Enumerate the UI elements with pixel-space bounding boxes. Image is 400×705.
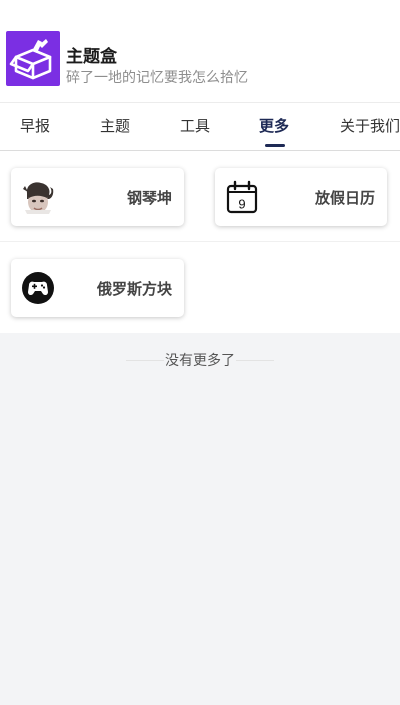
calendar-icon: 9 xyxy=(226,180,258,214)
row-divider xyxy=(0,241,400,242)
tab-bar: 早报 主题 工具 更多 关于我们 xyxy=(0,103,400,151)
tab-themes[interactable]: 主题 xyxy=(100,115,130,136)
tab-more[interactable]: 更多 xyxy=(259,115,289,136)
app-title: 主题盒 xyxy=(66,47,117,67)
calendar-day-number: 9 xyxy=(238,197,245,212)
active-tab-indicator xyxy=(265,144,285,147)
avatar-meme-icon xyxy=(23,182,54,214)
card-holiday-calendar[interactable]: 9 放假日历 xyxy=(215,168,387,226)
app-header: 主题盒 碎了一地的记忆要我怎么拾忆 xyxy=(0,0,400,102)
card-label: 放假日历 xyxy=(314,189,375,207)
tab-daily-news[interactable]: 早报 xyxy=(20,115,50,136)
divider-line-right xyxy=(236,360,274,361)
tab-about-us[interactable]: 关于我们 xyxy=(340,115,400,136)
app-subtitle: 碎了一地的记忆要我怎么拾忆 xyxy=(66,70,248,86)
app-logo xyxy=(6,31,60,86)
card-tetris[interactable]: 俄罗斯方块 xyxy=(11,259,184,317)
open-box-icon xyxy=(9,39,52,80)
tab-tools[interactable]: 工具 xyxy=(180,115,210,136)
gamepad-icon xyxy=(22,272,54,304)
more-grid: 钢琴坤 9 放假日历 俄罗斯方块 xyxy=(0,151,400,333)
no-more-text: 没有更多了 xyxy=(165,353,235,369)
card-piano-kun[interactable]: 钢琴坤 xyxy=(11,168,184,226)
card-label: 俄罗斯方块 xyxy=(96,280,172,298)
card-label: 钢琴坤 xyxy=(126,189,172,207)
